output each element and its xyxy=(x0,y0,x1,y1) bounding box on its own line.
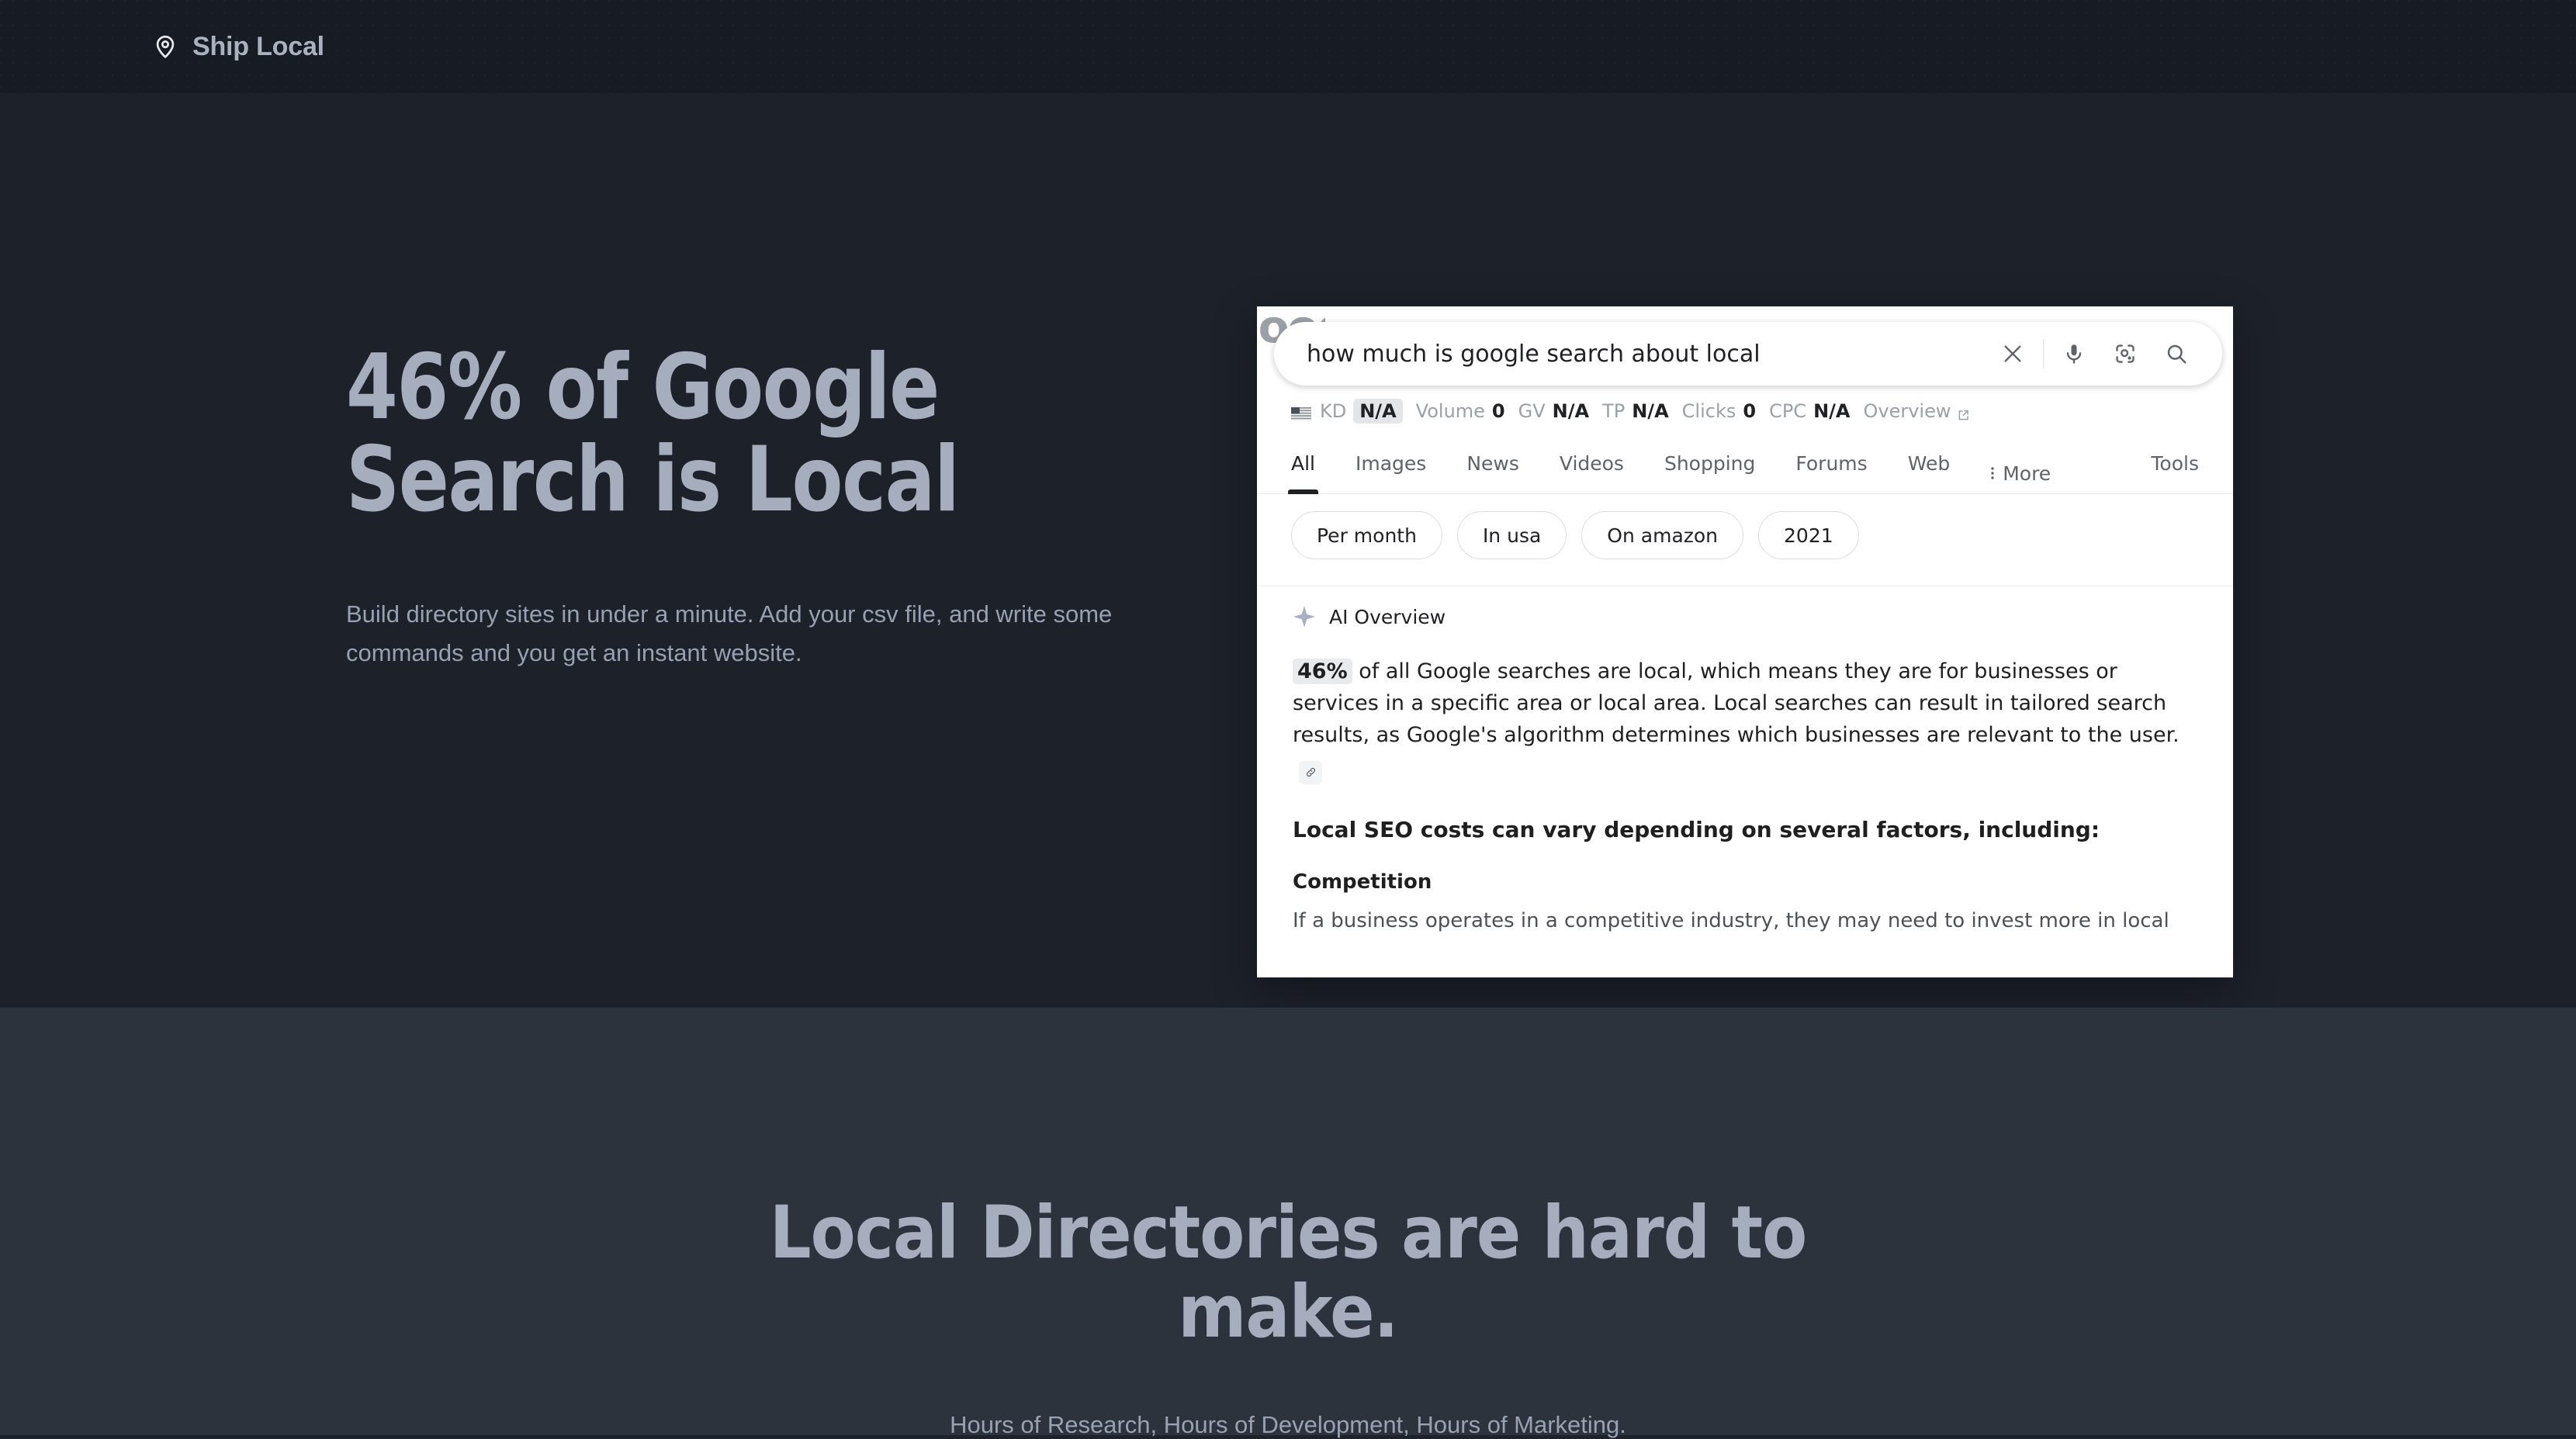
metric-label-tp: TP xyxy=(1602,400,1626,422)
google-search-bar[interactable]: how much is google search about local xyxy=(1274,322,2222,386)
ai-overview-paragraph-text: of all Google searches are local, which … xyxy=(1293,659,2180,748)
page-title: 46% of Google Search is Local xyxy=(346,341,1131,527)
hero-title-line-1: 46% of Google xyxy=(346,335,940,440)
hero-copy: 46% of Google Search is Local Build dire… xyxy=(346,341,1200,673)
ai-overview-subheading: Local SEO costs can vary depending on se… xyxy=(1293,816,2100,842)
metric-value-cpc: N/A xyxy=(1813,400,1851,422)
section-two-title: Local Directories are hard to make. xyxy=(769,1191,1807,1354)
tab-more[interactable]: More xyxy=(1990,438,2051,494)
vertical-dots-icon xyxy=(1990,464,1995,483)
ai-overview-section-title: Competition xyxy=(1293,870,1432,894)
sparkle-icon xyxy=(1293,605,1316,628)
ai-overview-title: AI Overview xyxy=(1329,605,1446,628)
ai-overview-body: 46% of all Google searches are local, wh… xyxy=(1257,656,2233,936)
metric-label-clicks: Clicks xyxy=(1681,400,1736,422)
tab-shopping[interactable]: Shopping xyxy=(1664,438,1755,494)
seo-metrics-bar: KD N/A Volume 0 GV N/A TP N/A Clicks 0 C… xyxy=(1291,399,1970,424)
search-icon[interactable] xyxy=(2151,328,2202,379)
hero-title-line-2: Search is Local xyxy=(346,427,960,533)
tab-web[interactable]: Web xyxy=(1908,438,1951,494)
search-input[interactable]: how much is google search about local xyxy=(1307,341,1987,368)
overview-link[interactable]: Overview xyxy=(1864,400,1951,422)
brand-name: Ship Local xyxy=(192,31,324,61)
metric-value-kd: N/A xyxy=(1353,399,1403,424)
serp-screenshot-card: Google how much is google search about l… xyxy=(1257,306,2233,977)
filter-chip-row: Per month In usa On amazon 2021 xyxy=(1291,511,1859,559)
problem-section: Local Directories are hard to make. Hour… xyxy=(0,1008,2576,1438)
location-pin-icon xyxy=(152,33,178,60)
chip-per-month[interactable]: Per month xyxy=(1291,511,1442,559)
ai-overview-highlight: 46% xyxy=(1293,659,1352,684)
close-icon[interactable] xyxy=(1987,328,2038,379)
tab-news[interactable]: News xyxy=(1466,438,1519,494)
chip-in-usa[interactable]: In usa xyxy=(1456,511,1567,559)
search-bar-actions xyxy=(1987,328,2202,379)
metric-label-kd: KD xyxy=(1320,400,1347,422)
hero-section: 46% of Google Search is Local Build dire… xyxy=(0,93,2576,1008)
metric-label-cpc: CPC xyxy=(1769,400,1807,422)
ai-overview-paragraph: 46% of all Google searches are local, wh… xyxy=(1293,656,2188,784)
serp-tab-bar: All Images News Videos Shopping Forums W… xyxy=(1257,438,2233,494)
tab-forums[interactable]: Forums xyxy=(1795,438,1867,494)
metric-value-clicks: 0 xyxy=(1743,400,1757,422)
tools-button[interactable]: Tools xyxy=(2151,452,2199,475)
metric-label-volume: Volume xyxy=(1415,400,1485,422)
tab-images[interactable]: Images xyxy=(1356,438,1426,494)
metric-value-tp: N/A xyxy=(1632,400,1669,422)
ai-overview-section-body: If a business operates in a competitive … xyxy=(1293,908,2169,932)
ai-overview-block: AI Overview 46% of all Google searches a… xyxy=(1257,605,2233,936)
tab-all[interactable]: All xyxy=(1288,438,1318,494)
google-lens-icon[interactable] xyxy=(2100,328,2151,379)
search-bar-divider xyxy=(2043,339,2044,368)
tab-more-label: More xyxy=(2003,462,2051,485)
metric-value-gv: N/A xyxy=(1552,400,1590,422)
tab-videos[interactable]: Videos xyxy=(1560,438,1624,494)
external-link-icon[interactable] xyxy=(1957,405,1970,420)
serp-tab-list: All Images News Videos Shopping Forums W… xyxy=(1288,438,2091,494)
hero-subtitle: Build directory sites in under a minute.… xyxy=(346,600,1113,667)
brand-logo[interactable]: Ship Local xyxy=(152,32,324,62)
ai-overview-header: AI Overview xyxy=(1257,605,2233,628)
metric-label-gv: GV xyxy=(1518,400,1546,422)
link-icon[interactable] xyxy=(1299,760,1322,784)
microphone-icon[interactable] xyxy=(2048,328,2100,379)
chip-2021[interactable]: 2021 xyxy=(1758,511,1859,559)
chip-on-amazon[interactable]: On amazon xyxy=(1581,511,1744,559)
site-header: Ship Local xyxy=(0,0,2576,93)
us-flag-icon xyxy=(1291,404,1311,421)
metric-value-volume: 0 xyxy=(1491,400,1505,422)
